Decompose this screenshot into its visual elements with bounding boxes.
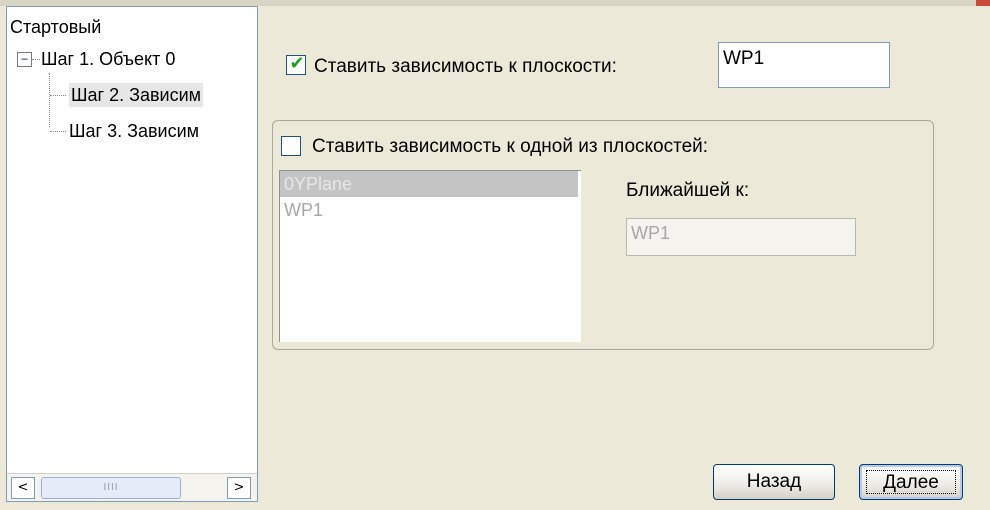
collapse-icon[interactable]: − (17, 52, 32, 67)
tree-item-step-3[interactable]: Шаг 3. Зависим (69, 119, 199, 143)
plane-dependency-label[interactable]: Ставить зависимость к плоскости: (314, 56, 617, 78)
tree-root[interactable]: Стартовый (10, 15, 101, 39)
tree-connector (50, 131, 66, 132)
list-item[interactable]: 0YPlane (280, 171, 578, 197)
nearest-input[interactable]: WP1 (626, 218, 856, 256)
scroll-right-icon[interactable]: > (227, 477, 251, 499)
scroll-thumb[interactable]: IIII (41, 477, 181, 499)
nearest-label: Ближайшей к: (626, 180, 750, 201)
horizontal-scrollbar[interactable]: < IIII > (7, 473, 257, 501)
tree-connector (50, 95, 66, 96)
checkmark-icon: ✔ (289, 53, 305, 74)
plane-dependency-checkbox[interactable]: ✔ (286, 53, 306, 75)
tree-item-step-1[interactable]: Шаг 1. Объект 0 (41, 47, 175, 71)
steps-tree[interactable]: Стартовый − Шаг 1. Объект 0 Шаг 2. Завис… (6, 6, 258, 502)
list-item[interactable]: WP1 (280, 197, 323, 223)
back-button[interactable]: Назад (713, 464, 835, 500)
tree-connector (49, 73, 50, 127)
tree-connector (32, 59, 40, 60)
tree-item-step-2[interactable]: Шаг 2. Зависим (69, 83, 204, 107)
plane-input[interactable]: WP1 (718, 42, 890, 88)
next-button-label: Далее (866, 470, 956, 494)
scroll-left-icon[interactable]: < (11, 477, 35, 499)
planes-listbox[interactable]: 0YPlane WP1 (279, 170, 581, 342)
next-button[interactable]: Далее (859, 464, 963, 500)
one-of-planes-label[interactable]: Ставить зависимость к одной из плоскосте… (312, 136, 708, 158)
one-of-planes-checkbox[interactable] (281, 136, 301, 156)
close-icon[interactable] (976, 0, 990, 6)
